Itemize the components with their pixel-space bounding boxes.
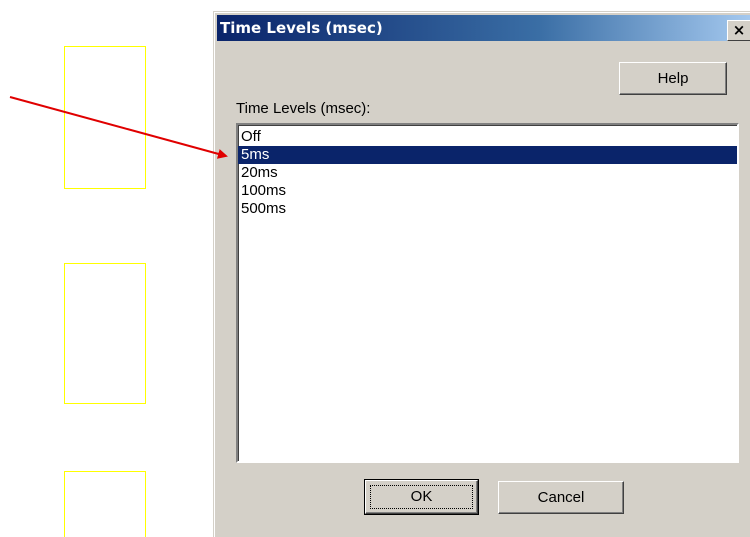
focus-rectangle (370, 485, 473, 509)
close-button[interactable]: × (727, 20, 750, 41)
time-levels-listbox[interactable]: Off 5ms 20ms 100ms 500ms (236, 123, 739, 463)
page: Time Levels (msec) × Help Time Levels (m… (0, 0, 750, 537)
yellow-outline-box (64, 471, 146, 537)
ok-button[interactable]: OK (364, 479, 479, 515)
list-item-500ms[interactable]: 500ms (238, 200, 737, 218)
help-button[interactable]: Help (619, 62, 727, 95)
dialog-title: Time Levels (msec) (220, 19, 383, 37)
yellow-outline-box (64, 46, 146, 189)
dialog-titlebar[interactable]: Time Levels (msec) × (217, 15, 750, 41)
list-item-5ms[interactable]: 5ms (238, 146, 737, 164)
list-item-20ms[interactable]: 20ms (238, 164, 737, 182)
list-item-off[interactable]: Off (238, 128, 737, 146)
list-label: Time Levels (msec): (236, 100, 371, 117)
yellow-outline-box (64, 263, 146, 404)
cancel-button[interactable]: Cancel (498, 481, 624, 514)
time-levels-dialog: Time Levels (msec) × Help Time Levels (m… (213, 11, 750, 537)
list-item-100ms[interactable]: 100ms (238, 182, 737, 200)
close-icon: × (732, 21, 746, 39)
